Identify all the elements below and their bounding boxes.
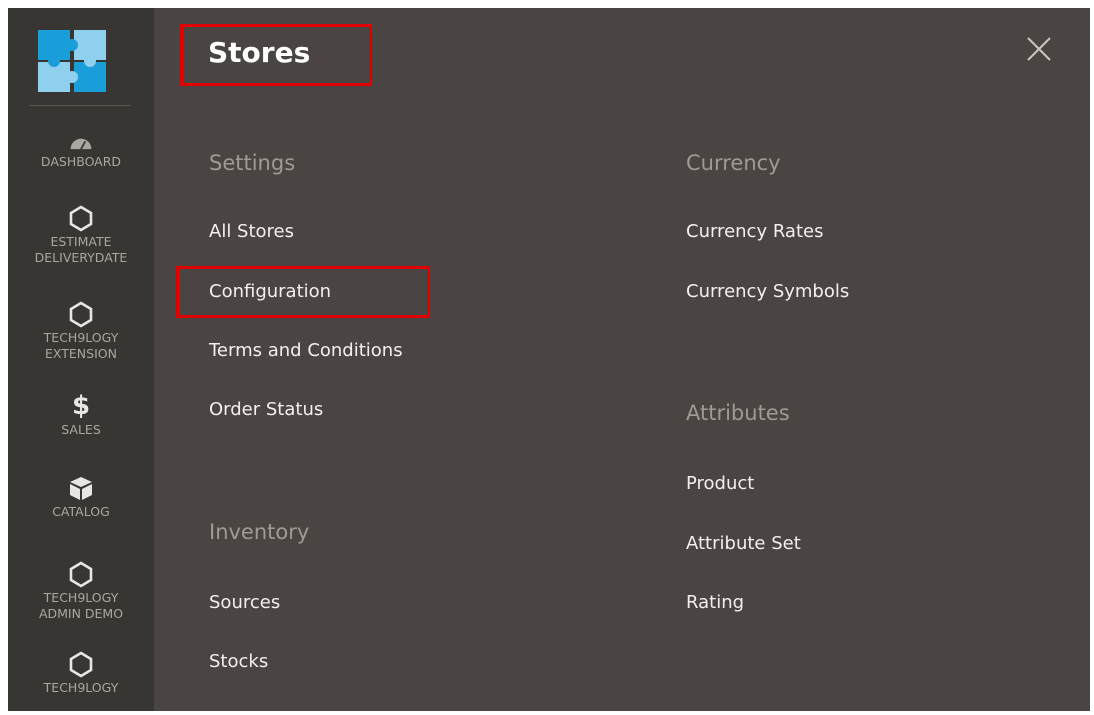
title-highlight-box <box>180 24 372 86</box>
sidebar-item-tech9logy-admin-demo[interactable]: TECH9LOGY ADMIN DEMO <box>8 560 154 622</box>
sidebar-item-label-line1: ESTIMATE <box>50 234 112 249</box>
sidebar-item-label: TECH9LOGY <box>43 680 119 695</box>
box-icon <box>70 477 92 500</box>
link-currency-symbols[interactable]: Currency Symbols <box>686 281 849 302</box>
hexagon-icon <box>69 651 93 678</box>
link-terms-and-conditions[interactable]: Terms and Conditions <box>209 340 403 361</box>
link-currency-rates[interactable]: Currency Rates <box>686 221 823 242</box>
link-sources[interactable]: Sources <box>209 592 280 613</box>
link-stocks[interactable]: Stocks <box>209 651 268 672</box>
sidebar-item-tech9logy-extension[interactable]: TECH9LOGY EXTENSION <box>8 300 154 362</box>
link-order-status[interactable]: Order Status <box>209 399 323 420</box>
link-rating[interactable]: Rating <box>686 592 744 613</box>
sidebar-item-sales[interactable]: $ SALES <box>8 392 154 438</box>
link-product[interactable]: Product <box>686 473 754 494</box>
sidebar-item-label-line1: TECH9LOGY <box>43 590 119 605</box>
magento-puzzle-logo-icon[interactable] <box>36 28 108 94</box>
sidebar-item-label: SALES <box>61 422 101 437</box>
configuration-highlight-box <box>176 266 430 318</box>
sidebar-item-estimate-deliverydate[interactable]: ESTIMATE DELIVERYDATE <box>8 204 154 266</box>
sidebar-item-label-line1: TECH9LOGY <box>43 330 119 345</box>
gauge-icon <box>70 138 92 150</box>
section-heading-settings: Settings <box>209 151 296 175</box>
sidebar-divider <box>30 105 130 106</box>
section-heading-attributes: Attributes <box>686 401 790 425</box>
sidebar-item-label-line2: ADMIN DEMO <box>38 606 124 621</box>
close-icon[interactable] <box>1020 30 1056 66</box>
sidebar-item-label-line2: EXTENSION <box>45 346 117 361</box>
sidebar-item-tech9logy[interactable]: TECH9LOGY <box>8 650 154 696</box>
hexagon-icon <box>69 205 93 232</box>
hexagon-icon <box>69 301 93 328</box>
admin-frame: DASHBOARD ESTIMATE DELIVERYDATE TECH9LOG… <box>8 8 1090 711</box>
section-heading-currency: Currency <box>686 151 781 175</box>
dollar-icon: $ <box>71 391 91 421</box>
link-attribute-set[interactable]: Attribute Set <box>686 533 801 554</box>
hexagon-icon <box>69 561 93 588</box>
admin-sidebar: DASHBOARD ESTIMATE DELIVERYDATE TECH9LOG… <box>8 8 154 711</box>
sidebar-item-label-line2: DELIVERYDATE <box>34 250 128 265</box>
sidebar-item-dashboard[interactable]: DASHBOARD <box>8 134 154 170</box>
sidebar-item-label: DASHBOARD <box>40 154 122 169</box>
sidebar-item-label: CATALOG <box>52 504 110 519</box>
link-all-stores[interactable]: All Stores <box>209 221 294 242</box>
section-heading-inventory: Inventory <box>209 520 310 544</box>
sidebar-item-catalog[interactable]: CATALOG <box>8 474 154 520</box>
